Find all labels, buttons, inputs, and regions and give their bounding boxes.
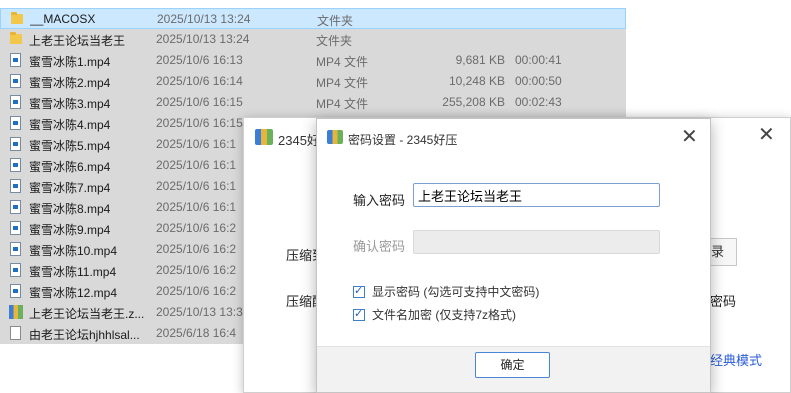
file-type: MP4 文件 <box>316 55 369 69</box>
file-duration: 00:02:43 <box>515 95 562 109</box>
file-duration: 00:00:50 <box>515 74 562 88</box>
file-date: 2025/10/6 16:13 <box>156 53 243 67</box>
video-file-icon <box>9 157 23 173</box>
file-name: 蜜雪冰陈4.mp4 <box>29 118 111 132</box>
main-window-title: 2345好 <box>278 133 320 148</box>
file-date: 2025/10/13 13:24 <box>157 12 251 26</box>
file-name: 由老王论坛hjhhlsal... <box>29 328 140 342</box>
file-name: 蜜雪冰陈3.mp4 <box>29 97 111 111</box>
encrypt-filenames-label: 文件名加密 (仅支持7z格式) <box>372 308 517 322</box>
dialog-close-icon[interactable]: ✕ <box>681 124 698 149</box>
video-file-icon <box>9 220 23 236</box>
file-name: 上老王论坛当老王.z... <box>29 307 145 321</box>
file-date: 2025/10/6 16:15 <box>156 95 243 109</box>
file-name: 蜜雪冰陈11.mp4 <box>29 265 117 279</box>
folder-icon <box>10 11 24 27</box>
file-name: 蜜雪冰陈7.mp4 <box>29 181 111 195</box>
encrypt-filenames-checkbox[interactable] <box>353 307 365 321</box>
file-size: 255,208 KB <box>442 95 505 109</box>
classic-mode-link[interactable]: 经典模式 <box>710 350 762 369</box>
video-file-icon <box>9 262 23 278</box>
show-password-checkbox[interactable] <box>353 284 365 298</box>
app-logo-icon <box>327 130 343 144</box>
file-name: __MACOSX <box>30 12 96 26</box>
video-file-icon <box>9 52 23 68</box>
file-name: 蜜雪冰陈12.mp4 <box>29 286 118 300</box>
video-file-icon <box>9 178 23 194</box>
app-logo-icon <box>255 129 273 145</box>
file-row[interactable]: 上老王论坛当老王 2025/10/13 13:24 文件夹 <box>0 29 626 50</box>
file-name: 蜜雪冰陈1.mp4 <box>29 55 111 69</box>
file-name: 蜜雪冰陈6.mp4 <box>29 160 111 174</box>
file-row[interactable]: 蜜雪冰陈3.mp4 2025/10/6 16:15 MP4 文件 255,208 KB… <box>0 92 626 113</box>
video-file-icon <box>9 94 23 110</box>
file-name: 上老王论坛当老王 <box>29 34 126 48</box>
show-password-label: 显示密码 (勾选可支持中文密码) <box>372 285 540 299</box>
video-file-icon <box>9 241 23 257</box>
password-input[interactable] <box>413 183 660 207</box>
show-password-option[interactable]: 显示密码 (勾选可支持中文密码) <box>353 283 539 300</box>
archive-file-icon <box>9 304 23 320</box>
file-row[interactable]: __MACOSX 2025/10/13 13:24 文件夹 <box>0 8 626 29</box>
file-name: 蜜雪冰陈9.mp4 <box>29 223 111 237</box>
file-name: 蜜雪冰陈10.mp4 <box>29 244 118 258</box>
ok-button[interactable]: 确定 <box>475 352 550 378</box>
file-name: 蜜雪冰陈2.mp4 <box>29 76 111 90</box>
file-name: 蜜雪冰陈8.mp4 <box>29 202 111 216</box>
file-size: 9,681 KB <box>455 53 505 67</box>
file-name: 蜜雪冰陈5.mp4 <box>29 139 111 153</box>
password-dialog: 密码设置 - 2345好压 ✕ 输入密码 确认密码 显示密码 (勾选可支持中文密… <box>316 118 711 393</box>
file-type: MP4 文件 <box>316 76 369 90</box>
confirm-password-label: 确认密码 <box>353 239 406 254</box>
password-option-text[interactable]: 密码 <box>710 291 736 310</box>
video-file-icon <box>9 283 23 299</box>
text-file-icon <box>9 325 23 341</box>
encrypt-filenames-option[interactable]: 文件名加密 (仅支持7z格式) <box>353 306 516 323</box>
folder-icon <box>9 31 23 47</box>
video-file-icon <box>9 136 23 152</box>
dialog-title: 密码设置 - 2345好压 <box>348 133 458 147</box>
confirm-password-input[interactable] <box>413 230 660 254</box>
file-row[interactable]: 蜜雪冰陈2.mp4 2025/10/6 16:14 MP4 文件 10,248 KB 0… <box>0 71 626 92</box>
file-type: 文件夹 <box>316 34 353 48</box>
password-label: 输入密码 <box>353 193 406 208</box>
file-type: 文件夹 <box>317 14 354 28</box>
file-date: 2025/10/6 16:14 <box>156 74 243 88</box>
file-size: 10,248 KB <box>448 74 505 88</box>
video-file-icon <box>9 199 23 215</box>
file-row[interactable]: 蜜雪冰陈1.mp4 2025/10/6 16:13 MP4 文件 9,681 KB 00… <box>0 50 626 71</box>
main-close-icon[interactable]: ✕ <box>758 122 775 147</box>
video-file-icon <box>9 73 23 89</box>
video-file-icon <box>9 115 23 131</box>
file-type: MP4 文件 <box>316 97 369 111</box>
file-date: 2025/10/13 13:24 <box>156 32 250 46</box>
file-duration: 00:00:41 <box>515 53 562 67</box>
